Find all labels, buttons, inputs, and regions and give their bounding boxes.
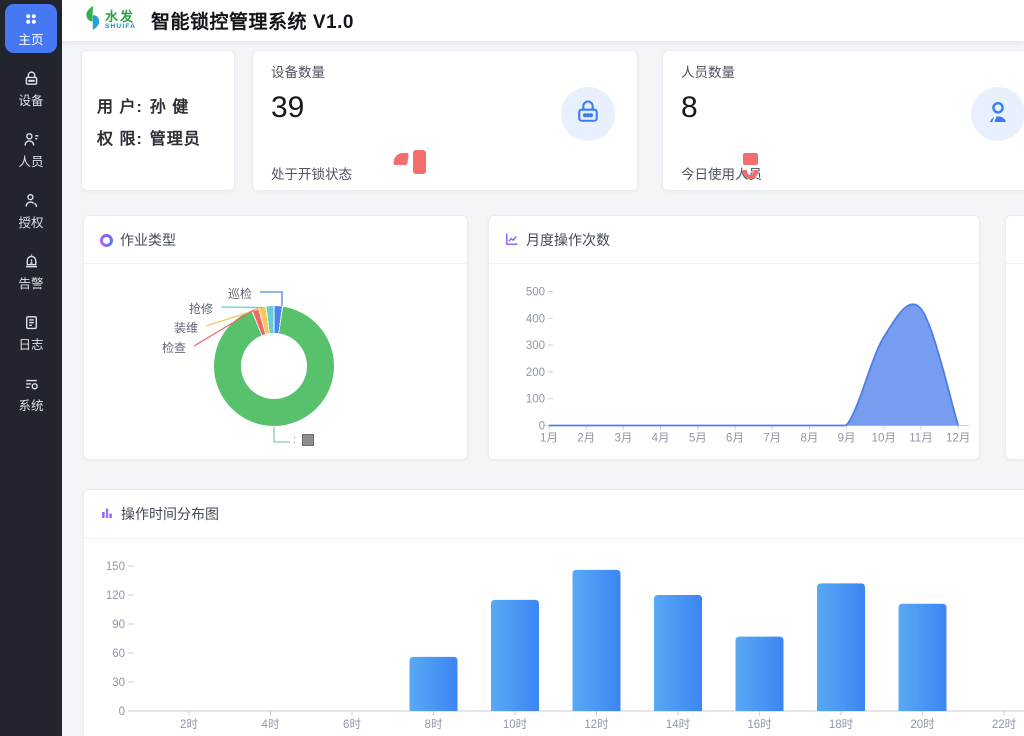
permission-label: 权 限: <box>97 131 143 148</box>
top-header: 水发 SHUIFA 智能锁控管理系统 V1.0 <box>62 0 1024 41</box>
personnel-badge <box>971 87 1024 141</box>
svg-text:6月: 6月 <box>726 433 744 445</box>
svg-text:1月: 1月 <box>540 433 558 445</box>
svg-text:12时: 12时 <box>584 718 609 731</box>
sidebar-item-label: 人员 <box>18 155 43 169</box>
missing-glyph-box <box>302 434 314 446</box>
svg-text:3月: 3月 <box>614 433 632 445</box>
svg-text:90: 90 <box>112 619 125 631</box>
sidebar-item-device[interactable]: 设备 <box>0 70 62 109</box>
svg-text:8月: 8月 <box>800 433 818 445</box>
sidebar: 主页 设备 人员 <box>0 0 62 736</box>
divider <box>1006 263 1024 264</box>
device-count-card: 设备数量 39 处于开锁状态 <box>252 50 638 191</box>
donut-callout-lines <box>84 216 469 461</box>
svg-text:12月: 12月 <box>946 433 970 445</box>
personnel-count-value: 8 <box>681 91 698 125</box>
device-unlocked-label: 处于开锁状态 <box>271 163 352 183</box>
svg-text:6时: 6时 <box>343 718 361 731</box>
alarm-icon <box>0 253 62 270</box>
svg-text:16时: 16时 <box>747 718 772 731</box>
sidebar-item-personnel[interactable]: 人员 <box>0 131 62 170</box>
svg-text:7月: 7月 <box>763 433 781 445</box>
svg-text:8时: 8时 <box>425 718 443 731</box>
sidebar-item-system[interactable]: 系统 <box>0 375 62 414</box>
svg-text:4月: 4月 <box>652 433 670 445</box>
permission-value: 管理员 <box>150 131 201 148</box>
sidebar-item-authorization[interactable]: 授权 <box>0 192 62 231</box>
svg-text:22时: 22时 <box>992 718 1017 731</box>
personnel-count-title: 人员数量 <box>681 61 735 81</box>
svg-text:10月: 10月 <box>872 433 896 445</box>
sidebar-item-label: 告警 <box>18 277 43 291</box>
user-row: 用 户: 孙 健 <box>97 93 189 117</box>
sidebar-item-home[interactable]: 主页 <box>5 4 57 53</box>
sidebar-item-label: 主页 <box>18 33 43 47</box>
sidebar-item-label: 系统 <box>18 399 43 413</box>
user-label: 用 户: <box>97 99 143 116</box>
donut-label-jiancha: 检查 <box>162 339 186 356</box>
log-icon <box>0 314 62 331</box>
device-count-value: 39 <box>271 91 304 125</box>
brand-logo: 水发 SHUIFA <box>84 6 136 35</box>
sidebar-item-label: 设备 <box>18 94 43 108</box>
hourly-distribution-card: 操作时间分布图 03060901201502时4时6时8时10时12时14时16… <box>83 489 1024 736</box>
lock-icon <box>0 70 62 87</box>
donut-label-xunjian: 巡检 <box>228 285 252 302</box>
svg-text:2时: 2时 <box>180 718 198 731</box>
monthly-operations-area-chart: 0 100 200 300 400 500 1月 2月 3月 4月 5月 6月 7月 8月 9月 10月 11月… <box>489 216 981 461</box>
donut-label-qiangxiu: 抢修 <box>189 300 213 317</box>
current-user-card: 用 户: 孙 健 权 限: 管理员 <box>81 50 235 191</box>
app-window: 主页 设备 人员 <box>0 0 1024 736</box>
svg-text:300: 300 <box>526 340 545 352</box>
device-count-title: 设备数量 <box>271 61 325 81</box>
svg-text:200: 200 <box>526 367 545 379</box>
user-value: 孙 健 <box>150 99 189 116</box>
broken-glyph-fragment <box>393 153 409 165</box>
sidebar-item-label: 日志 <box>18 338 43 352</box>
svg-text:11月: 11月 <box>909 433 932 445</box>
cutoff-chart-card <box>1005 215 1024 460</box>
svg-text:30: 30 <box>112 677 125 689</box>
svg-text:60: 60 <box>112 648 125 660</box>
brand-name-cn: 水发 <box>105 10 136 23</box>
broken-glyph-fragment <box>743 153 758 165</box>
svg-text:9月: 9月 <box>838 433 856 445</box>
svg-text:18时: 18时 <box>829 718 854 731</box>
brand-name-en: SHUIFA <box>105 24 136 31</box>
job-type-chart-card: 作业类型 巡检 抢修 装维 检查 : <box>83 215 468 460</box>
page-title: 智能锁控管理系统 V1.0 <box>151 7 354 34</box>
svg-text:2月: 2月 <box>577 433 595 445</box>
svg-text:400: 400 <box>526 313 545 325</box>
personnel-count-card: 人员数量 8 今日使用人员 <box>662 50 1024 191</box>
system-icon <box>0 375 62 392</box>
svg-text:0: 0 <box>539 421 545 433</box>
donut-label-zhuangwei: 装维 <box>174 319 198 336</box>
monthly-operations-card: 月度操作次数 01002003004005001月2月3月4月5月6月7月8月9… <box>488 215 980 460</box>
permission-row: 权 限: 管理员 <box>97 125 201 149</box>
sidebar-item-alarm[interactable]: 告警 <box>0 253 62 292</box>
sidebar-item-label: 授权 <box>18 216 43 230</box>
svg-text:20时: 20时 <box>910 718 935 731</box>
svg-text:0: 0 <box>119 706 125 718</box>
grid-icon <box>5 11 57 27</box>
svg-text:100: 100 <box>526 394 545 406</box>
svg-text:120: 120 <box>106 590 125 602</box>
svg-text:14时: 14时 <box>666 718 691 731</box>
svg-text:5月: 5月 <box>689 433 707 445</box>
broken-glyph-fragment <box>413 150 426 174</box>
svg-text:4时: 4时 <box>262 718 280 731</box>
sidebar-item-log[interactable]: 日志 <box>0 314 62 353</box>
people-icon <box>0 131 62 148</box>
donut-label-main: : <box>293 434 296 446</box>
auth-person-icon <box>0 192 62 209</box>
hourly-distribution-bar-chart: 0 30 60 90 120 150 2时 4时 6时 8时 10时 12时 14时 16时 18时 20时 2… <box>84 490 1024 736</box>
svg-text:10时: 10时 <box>503 718 528 731</box>
person-icon <box>983 97 1013 132</box>
lock-icon <box>574 98 602 131</box>
svg-text:500: 500 <box>526 287 545 299</box>
leaf-logo-icon <box>84 6 101 35</box>
device-badge <box>561 87 615 141</box>
svg-text:150: 150 <box>106 561 125 573</box>
